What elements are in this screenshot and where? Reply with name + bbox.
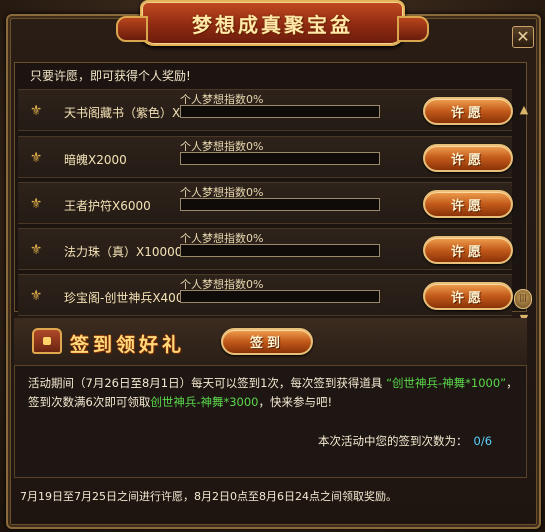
wish-button[interactable]: 许愿 [423, 97, 513, 125]
fleur-de-lis-icon: ⚜ [29, 242, 43, 258]
wish-button-label: 许愿 [450, 152, 485, 168]
dream-progress-bar [180, 198, 380, 211]
wish-button[interactable]: 许愿 [423, 190, 513, 218]
fleur-de-lis-icon: ⚜ [29, 150, 43, 166]
scroll-up-arrow-icon[interactable]: ▲ [517, 103, 531, 117]
reward-row: ⚜ 天书阁藏书（紫色）X20000 个人梦想指数0% 许愿 [18, 89, 513, 131]
signin-title: 签到领好礼 [70, 334, 186, 356]
wish-button[interactable]: 许愿 [423, 236, 513, 264]
signin-count: 本次活动中您的签到次数为： 0/6 [318, 433, 492, 449]
scroll-thumb-icon[interactable]: ꔖ [514, 289, 532, 309]
title-banner: 梦想成真聚宝盆 [116, 0, 429, 46]
reward-name: 王者护符X6000 [64, 199, 151, 213]
reward-row: ⚜ 法力珠（真）X10000 个人梦想指数0% 许愿 [18, 228, 513, 270]
desc-reward-daily: “创世神兵-神舞*1000” [386, 376, 507, 390]
wish-button[interactable]: 许愿 [423, 144, 513, 172]
reward-name: 珍宝阁-创世神兵X40000 [64, 291, 199, 305]
footer-schedule-text: 7月19日至7月25日之间进行许愿，8月2日0点至8月6日24点之间领取奖励。 [20, 490, 397, 503]
signin-button-label: 签到 [249, 336, 284, 351]
signin-description: 活动期间（7月26日至8月1日）每天可以签到1次，每次签到获得道具 “创世神兵-… [28, 374, 518, 412]
fleur-de-lis-icon: ⚜ [29, 103, 43, 119]
treasure-chest-icon [32, 328, 62, 354]
dream-progress-bar [180, 290, 380, 303]
signin-button[interactable]: 签到 [221, 328, 313, 355]
reward-row: ⚜ 暗魄X2000 个人梦想指数0% 许愿 [18, 136, 513, 178]
reward-row: ⚜ 珍宝阁-创世神兵X40000 个人梦想指数0% 许愿 [18, 274, 513, 316]
wish-button-label: 许愿 [450, 105, 485, 121]
reward-name: 法力珠（真）X10000 [64, 245, 183, 259]
dream-progress-bar [180, 105, 380, 118]
wish-button-label: 许愿 [450, 198, 485, 214]
desc-part3: ，快来参与吧! [258, 395, 333, 409]
reward-row: ⚜ 王者护符X6000 个人梦想指数0% 许愿 [18, 182, 513, 224]
close-icon: ✕ [516, 27, 530, 46]
wish-hint-text: 只要许愿，即可获得个人奖励! [30, 69, 191, 83]
reward-name: 暗魄X2000 [64, 153, 127, 167]
dream-progress-bar [180, 244, 380, 257]
desc-part1: 活动期间（7月26日至8月1日）每天可以签到1次，每次签到获得道具 [28, 376, 383, 390]
signin-count-value: 0/6 [473, 434, 493, 448]
dream-progress-bar [180, 152, 380, 165]
wish-button-label: 许愿 [450, 290, 485, 306]
wish-button-label: 许愿 [450, 244, 485, 260]
desc-reward-full: 创世神兵-神舞*3000 [150, 395, 259, 409]
fleur-de-lis-icon: ⚜ [29, 196, 43, 212]
signin-count-label: 本次活动中您的签到次数为： [318, 434, 468, 448]
wish-button[interactable]: 许愿 [423, 282, 513, 310]
fleur-de-lis-icon: ⚜ [29, 288, 43, 304]
window-title: 梦想成真聚宝盆 [192, 12, 353, 37]
close-button[interactable]: ✕ [512, 26, 534, 48]
